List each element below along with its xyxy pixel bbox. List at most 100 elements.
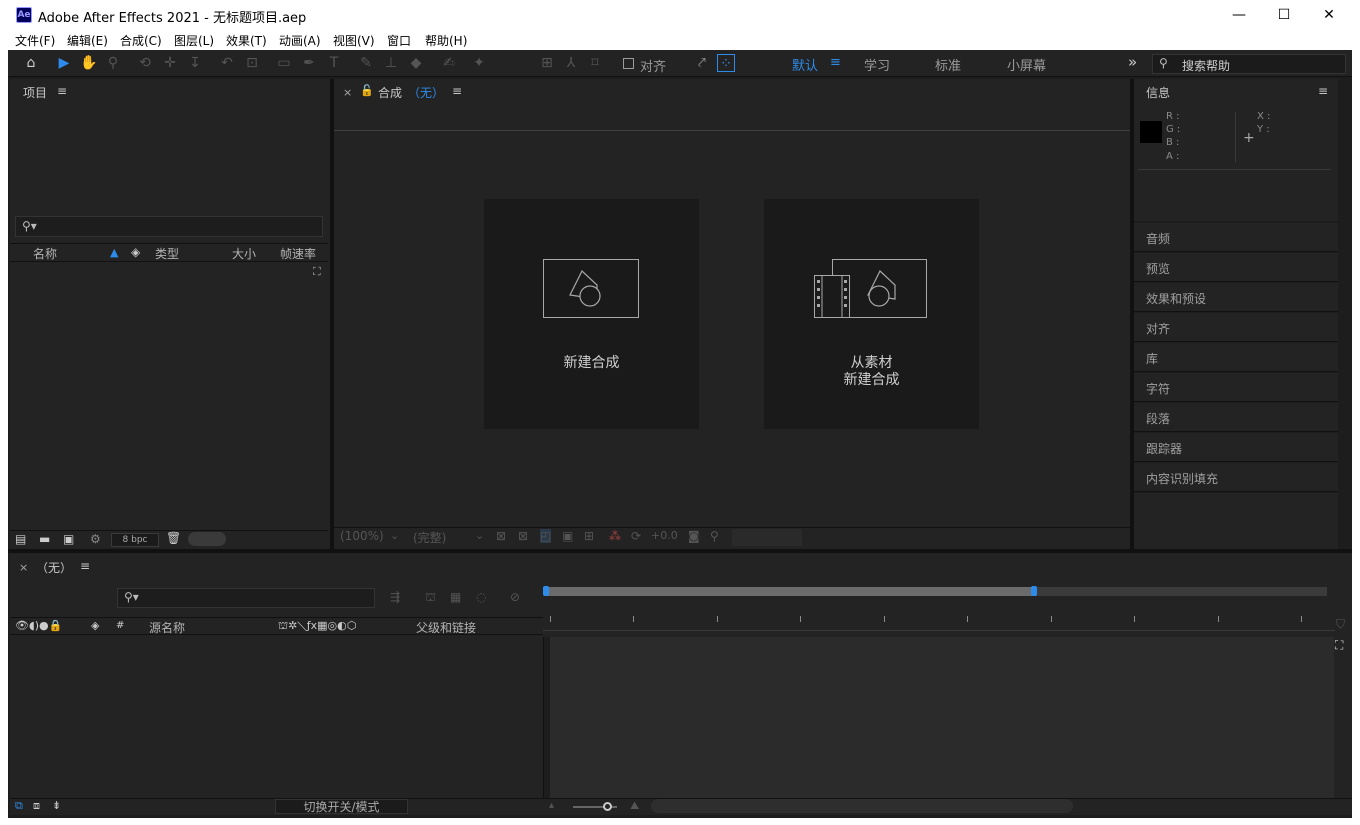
snap-options-icon[interactable]: ⤤ <box>693 54 711 72</box>
comp-close-icon[interactable]: × <box>343 86 352 99</box>
menu-file[interactable]: 文件(F) <box>15 32 55 49</box>
new-composition-card[interactable]: 新建合成 <box>484 199 699 429</box>
menu-effect[interactable]: 效果(T) <box>226 32 267 49</box>
selection-tool-icon[interactable]: ▶ <box>55 54 73 72</box>
world-axis-icon[interactable]: ⅄ <box>562 54 580 72</box>
frame-blending-icon[interactable]: ▦ <box>450 590 461 604</box>
brush-tool-icon[interactable]: ✎ <box>357 54 375 72</box>
panel-align[interactable]: 对齐 <box>1134 313 1338 342</box>
comp-panel-menu-icon[interactable]: ≡ <box>452 84 462 98</box>
timeline-menu-icon[interactable]: ≡ <box>80 559 90 573</box>
maximize-button[interactable]: ☐ <box>1261 0 1307 30</box>
bit-depth-button[interactable]: 8 bpc <box>111 533 159 547</box>
pan-camera-icon[interactable]: ✛ <box>161 54 179 72</box>
panel-splitter[interactable] <box>8 549 1352 553</box>
panel-preview[interactable]: 预览 <box>1134 253 1338 282</box>
parent-link-column[interactable]: 父级和链接 <box>416 619 476 636</box>
layer-switches-icon[interactable]: ⧉ <box>15 799 23 813</box>
puppet-pin-icon[interactable]: ✦ <box>470 54 488 72</box>
exposure-value[interactable]: +0.0 <box>651 529 678 542</box>
hand-tool-icon[interactable]: ✋ <box>80 54 98 72</box>
comp-marker-bin-icon[interactable]: ⛉ <box>1336 617 1345 632</box>
in-out-stretch-icon[interactable]: ⇟ <box>52 799 61 812</box>
switches-icons[interactable]: ⛫✲⟍ƒx▦◎◐⬡ <box>278 619 356 634</box>
panel-audio[interactable]: 音频 <box>1134 223 1338 252</box>
panel-splitter[interactable] <box>330 79 334 549</box>
column-frame-rate[interactable]: 帧速率 <box>280 245 316 262</box>
show-snapshot-icon[interactable]: ⚲ <box>710 529 719 543</box>
type-tool-icon[interactable]: T <box>325 54 343 72</box>
column-size[interactable]: 大小 <box>232 245 256 262</box>
project-search-input[interactable]: ⚲▾ <box>15 216 323 237</box>
panel-effects-presets[interactable]: 效果和预设 <box>1134 283 1338 312</box>
work-area-bar[interactable] <box>547 587 1036 596</box>
panel-paragraph[interactable]: 段落 <box>1134 403 1338 432</box>
timeline-horizontal-scrollbar[interactable] <box>651 799 1073 813</box>
project-settings-icon[interactable]: ⚙ <box>90 532 101 546</box>
roto-brush-icon[interactable]: ✍ <box>440 54 458 72</box>
motion-blur-icon[interactable]: ◌ <box>476 590 486 604</box>
panel-tracker[interactable]: 跟踪器 <box>1134 433 1338 462</box>
thumbnail-slider[interactable] <box>188 532 226 546</box>
transfer-controls-icon[interactable]: ⧈ <box>33 799 40 813</box>
av-features-icons[interactable]: 👁◖)●🔒 <box>15 619 62 632</box>
label-tag-icon[interactable]: ◈ <box>131 245 140 259</box>
toggle-switches-modes-button[interactable]: 切换开关/模式 <box>275 799 408 814</box>
column-type[interactable]: 类型 <box>155 245 179 262</box>
workspace-menu-icon[interactable]: ≡ <box>830 55 841 70</box>
timeline-search-input[interactable]: ⚲▾ <box>117 588 375 608</box>
shy-layers-icon[interactable]: ⛫ <box>425 590 436 606</box>
clone-stamp-icon[interactable]: ⊥ <box>382 54 400 72</box>
chevron-down-icon[interactable]: ⌄ <box>390 529 399 542</box>
column-name[interactable]: 名称 <box>33 245 57 262</box>
mask-visibility-icon[interactable]: ◰ <box>540 529 552 543</box>
home-icon[interactable]: ⌂ <box>22 54 40 72</box>
zoom-tool-icon[interactable]: ⚲ <box>104 54 122 72</box>
label-tag-icon[interactable]: ◈ <box>91 619 99 632</box>
timeline-zoom-handle[interactable] <box>603 802 612 811</box>
info-panel-menu-icon[interactable]: ≡ <box>1318 84 1328 98</box>
workspace-learn[interactable]: 学习 <box>864 55 890 74</box>
comp-name[interactable]: （无） <box>408 84 444 101</box>
close-button[interactable]: ✕ <box>1306 0 1352 30</box>
zoom-in-icon[interactable]: ⛰ <box>630 799 639 813</box>
grid-guides-icon[interactable]: ⊞ <box>584 529 594 543</box>
chevron-down-icon[interactable]: ⌄ <box>475 529 484 542</box>
panel-splitter[interactable] <box>1130 79 1134 549</box>
panel-libraries[interactable]: 库 <box>1134 343 1338 372</box>
orbit-camera-icon[interactable]: ⟲ <box>136 54 154 72</box>
resolution-dropdown[interactable]: (完整) <box>413 529 446 546</box>
pen-tool-icon[interactable]: ✒ <box>300 54 318 72</box>
comp-button-icon[interactable]: ⛶ <box>1335 638 1343 653</box>
menu-composition[interactable]: 合成(C) <box>120 32 162 49</box>
new-folder-icon[interactable]: ▬ <box>39 532 50 546</box>
timeline-title[interactable]: （无） <box>36 559 72 576</box>
workspace-small-screen[interactable]: 小屏幕 <box>1007 55 1046 74</box>
new-composition-icon[interactable]: ▣ <box>63 532 74 546</box>
trash-icon[interactable]: 🗑 <box>166 531 181 545</box>
rotate-tool-icon[interactable]: ↶ <box>218 54 236 72</box>
menu-edit[interactable]: 编辑(E) <box>67 32 108 49</box>
work-area-start-handle[interactable] <box>543 586 549 596</box>
fast-previews-icon[interactable]: ⊠ <box>496 529 506 543</box>
more-workspaces-icon[interactable]: » <box>1128 53 1137 71</box>
workspace-default[interactable]: 默认 <box>792 55 818 74</box>
snap-checkbox[interactable] <box>623 58 634 69</box>
source-name-column[interactable]: 源名称 <box>149 619 185 636</box>
snapshot-icon[interactable]: ◙ <box>688 529 700 543</box>
eraser-tool-icon[interactable]: ◆ <box>407 54 425 72</box>
panel-menu-icon[interactable]: ≡ <box>57 84 67 98</box>
snap-features-icon[interactable]: ⁘ <box>717 54 735 72</box>
menu-view[interactable]: 视图(V) <box>333 32 375 49</box>
menu-window[interactable]: 窗口 <box>387 32 411 49</box>
graph-editor-icon[interactable]: ⊘ <box>510 590 520 604</box>
comp-mini-flowchart-icon[interactable]: ⇶ <box>390 590 400 604</box>
region-of-interest-icon[interactable]: ▣ <box>562 529 573 543</box>
panel-character[interactable]: 字符 <box>1134 373 1338 402</box>
pan-behind-icon[interactable]: ⊡ <box>243 54 261 72</box>
zoom-out-icon[interactable]: ▴ <box>549 800 554 811</box>
reset-exposure-icon[interactable]: ⟳ <box>631 529 641 543</box>
interpret-footage-icon[interactable]: ▤ <box>15 532 26 546</box>
menu-animation[interactable]: 动画(A) <box>279 32 321 49</box>
zoom-dropdown[interactable]: (100%) <box>340 529 384 543</box>
